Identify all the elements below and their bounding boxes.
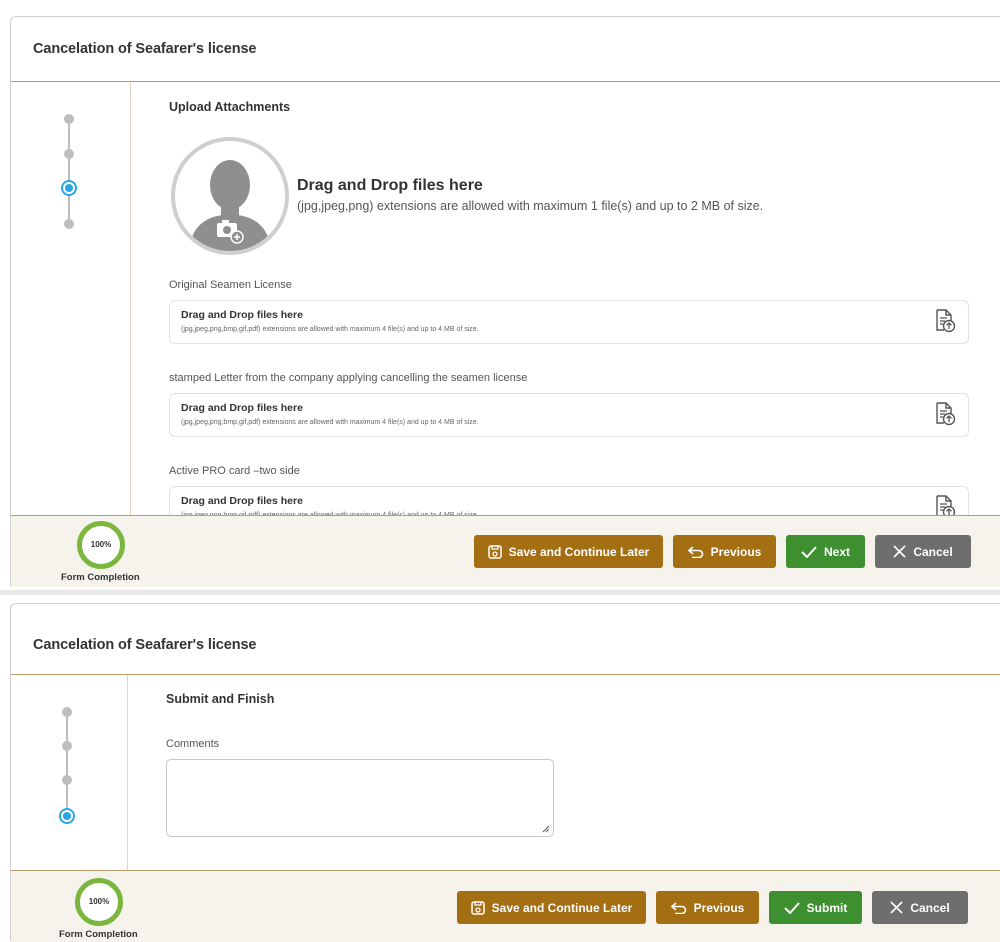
stepper-line xyxy=(68,117,70,219)
previous-label: Previous xyxy=(693,900,745,915)
form-panel-upload: Cancelation of Seafarer's license Upload… xyxy=(10,16,1000,587)
close-x-icon xyxy=(893,545,906,558)
screen-separator xyxy=(0,590,1000,595)
photo-drop-title: Drag and Drop files here xyxy=(297,177,483,194)
save-icon xyxy=(470,900,485,915)
section-title: Submit and Finish xyxy=(166,692,275,706)
stepper-step-3-active[interactable] xyxy=(61,180,77,196)
stepper-step-1[interactable] xyxy=(64,114,74,124)
form-footer: 100% Form Completion Save and Continue L… xyxy=(11,870,1000,942)
attachment-label: Original Seamen License xyxy=(169,279,292,291)
stepper-step-2[interactable] xyxy=(62,741,72,751)
dropzone-hint: (jpg,jpeg,png,bmp,gif,pdf) extensions ar… xyxy=(181,326,479,333)
completion-ring: 100% xyxy=(75,878,123,926)
section-title: Upload Attachments xyxy=(169,100,291,114)
stepper-step-4[interactable] xyxy=(64,219,74,229)
photo-drop-hint: (jpg,jpeg,png) extensions are allowed wi… xyxy=(297,199,764,213)
cancel-button[interactable]: Cancel xyxy=(872,891,968,924)
stepper xyxy=(11,675,128,870)
form-title: Cancelation of Seafarer's license xyxy=(33,637,257,653)
checkmark-icon xyxy=(783,901,800,914)
form-footer: 100% Form Completion Save and Continue L… xyxy=(11,515,1000,587)
previous-button[interactable]: Previous xyxy=(656,891,759,924)
dropzone-title: Drag and Drop files here xyxy=(181,495,303,507)
stepper-step-3[interactable] xyxy=(62,775,72,785)
submit-label: Submit xyxy=(806,900,848,915)
completion-value: 100% xyxy=(88,897,110,906)
save-icon xyxy=(487,544,502,559)
next-button[interactable]: Next xyxy=(786,535,865,568)
stepper-step-4-active[interactable] xyxy=(59,808,75,824)
file-upload-icon[interactable] xyxy=(934,402,956,426)
dropzone-title: Drag and Drop files here xyxy=(181,402,303,414)
dropzone-hint: (jpg,jpeg,png,bmp,gif,pdf) extensions ar… xyxy=(181,419,479,426)
attachment-label: stamped Letter from the company applying… xyxy=(169,372,528,384)
stepper-line xyxy=(66,713,68,813)
stepper xyxy=(11,82,131,515)
resize-handle-icon[interactable] xyxy=(542,825,550,833)
save-continue-later-button[interactable]: Save and Continue Later xyxy=(457,891,646,924)
submit-button[interactable]: Submit xyxy=(769,891,862,924)
undo-arrow-icon xyxy=(687,545,703,558)
cancel-label: Cancel xyxy=(913,544,953,559)
comments-textarea[interactable] xyxy=(166,759,554,837)
stepper-step-2[interactable] xyxy=(64,149,74,159)
next-label: Next xyxy=(823,544,850,559)
completion-ring: 100% xyxy=(77,521,125,569)
cancel-button[interactable]: Cancel xyxy=(875,535,971,568)
attachment-label: Active PRO card –two side xyxy=(169,465,300,477)
save-continue-later-button[interactable]: Save and Continue Later xyxy=(474,535,663,568)
completion-label: Form Completion xyxy=(61,572,140,583)
photo-upload-avatar[interactable] xyxy=(171,137,289,255)
form-header: Cancelation of Seafarer's license xyxy=(11,17,1000,82)
checkmark-icon xyxy=(801,545,817,558)
completion-value: 100% xyxy=(90,540,112,549)
save-continue-later-label: Save and Continue Later xyxy=(491,900,633,915)
attachment-dropzone[interactable]: Drag and Drop files here (jpg,jpeg,png,b… xyxy=(169,393,969,437)
stepper-step-1[interactable] xyxy=(62,707,72,717)
undo-arrow-icon xyxy=(670,901,686,914)
previous-label: Previous xyxy=(710,544,762,559)
file-upload-icon[interactable] xyxy=(934,309,956,333)
comments-label: Comments xyxy=(166,738,220,750)
form-panel-submit: Cancelation of Seafarer's license Submit… xyxy=(10,603,1000,942)
form-header: Cancelation of Seafarer's license xyxy=(11,604,1000,675)
camera-add-icon xyxy=(230,230,244,244)
completion-label: Form Completion xyxy=(59,929,138,940)
cancel-label: Cancel xyxy=(910,900,950,915)
form-title: Cancelation of Seafarer's license xyxy=(33,41,257,57)
dropzone-title: Drag and Drop files here xyxy=(181,309,303,321)
attachment-dropzone[interactable]: Drag and Drop files here (jpg,jpeg,png,b… xyxy=(169,300,969,344)
previous-button[interactable]: Previous xyxy=(673,535,776,568)
close-x-icon xyxy=(890,901,903,914)
save-continue-later-label: Save and Continue Later xyxy=(508,544,650,559)
